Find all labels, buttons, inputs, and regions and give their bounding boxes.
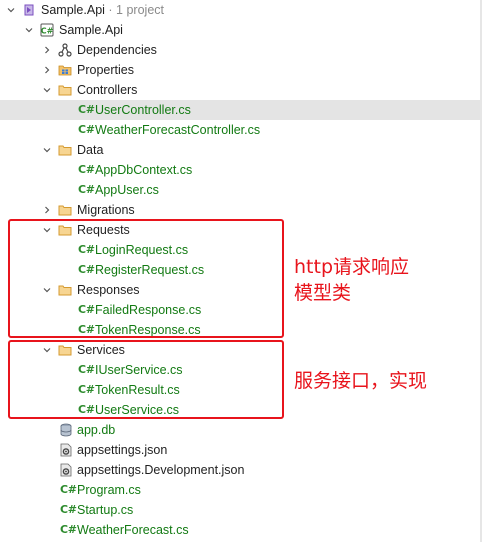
annotation-text-models: http请求响应 模型类	[294, 254, 409, 306]
app-db-context-label: AppDbContext.cs	[95, 163, 193, 177]
appsettings-dev-label: appsettings.Development.json	[77, 463, 245, 477]
tree-row-startup[interactable]: C# Startup.cs	[0, 500, 482, 520]
tree-row-user-controller[interactable]: C# UserController.cs	[0, 100, 482, 120]
solution-icon	[24, 4, 34, 16]
annotation-box-models	[8, 219, 284, 338]
folder-icon	[58, 85, 72, 96]
appsettings-label: appsettings.json	[77, 443, 168, 457]
csharp-file-icon: C#	[60, 503, 77, 516]
settings-file-icon	[60, 463, 72, 477]
database-icon	[60, 423, 72, 437]
tree-row-solution[interactable]: Sample.Api · 1 project	[0, 0, 482, 20]
tree-row-appsettings[interactable]: appsettings.json	[0, 440, 482, 460]
annotation-text-services: 服务接口，实现	[294, 370, 428, 392]
csharp-file-icon: C#	[60, 483, 77, 496]
tree-row-app-db[interactable]: app.db	[0, 420, 482, 440]
csharp-file-icon: C#	[78, 163, 95, 176]
tree-row-weather-controller[interactable]: C# WeatherForecastController.cs	[0, 120, 482, 140]
tree-row-migrations[interactable]: Migrations	[0, 200, 482, 220]
folder-icon	[58, 205, 72, 216]
startup-label: Startup.cs	[77, 503, 134, 517]
dependencies-label: Dependencies	[77, 43, 157, 57]
chevron-down-icon[interactable]	[43, 86, 51, 94]
chevron-down-icon[interactable]	[7, 6, 15, 14]
solution-explorer: Sample.Api · 1 project C# Sample.Api Dep…	[0, 0, 482, 542]
tree-row-dependencies[interactable]: Dependencies	[0, 40, 482, 60]
tree-row-data[interactable]: Data	[0, 140, 482, 160]
chevron-right-icon[interactable]	[43, 46, 51, 54]
tree-row-weather-forecast[interactable]: C# WeatherForecast.cs	[0, 520, 482, 540]
annotation-models-line1: http请求响应	[294, 256, 410, 278]
dependencies-icon	[58, 43, 72, 57]
tree-row-app-db-context[interactable]: C# AppDbContext.cs	[0, 160, 482, 180]
chevron-down-icon[interactable]	[43, 146, 51, 154]
weather-forecast-label: WeatherForecast.cs	[77, 523, 189, 537]
csharp-file-icon: C#	[78, 183, 95, 196]
tree-row-app-user[interactable]: C# AppUser.cs	[0, 180, 482, 200]
annotation-models-line2: 模型类	[294, 282, 352, 304]
program-label: Program.cs	[77, 483, 141, 497]
folder-icon	[58, 145, 72, 156]
migrations-label: Migrations	[77, 203, 135, 217]
tree-row-controllers[interactable]: Controllers	[0, 80, 482, 100]
chevron-down-icon[interactable]	[25, 26, 33, 34]
user-controller-label: UserController.cs	[95, 103, 191, 117]
properties-label: Properties	[77, 63, 134, 77]
csharp-file-icon: C#	[78, 123, 95, 136]
properties-folder-icon	[58, 65, 72, 76]
app-user-label: AppUser.cs	[95, 183, 159, 197]
csharp-project-icon: C#	[40, 23, 54, 37]
controllers-label: Controllers	[77, 83, 138, 97]
solution-label: Sample.Api · 1 project	[41, 3, 164, 17]
tree-row-properties[interactable]: Properties	[0, 60, 482, 80]
svg-text:C#: C#	[41, 27, 54, 36]
data-folder-label: Data	[77, 143, 104, 157]
tree-row-appsettings-dev[interactable]: appsettings.Development.json	[0, 460, 482, 480]
app-db-label: app.db	[77, 423, 116, 437]
annotation-box-services	[8, 340, 284, 419]
tree-row-project[interactable]: C# Sample.Api	[0, 20, 482, 40]
chevron-right-icon[interactable]	[43, 206, 51, 214]
chevron-right-icon[interactable]	[43, 66, 51, 74]
weather-controller-label: WeatherForecastController.cs	[95, 123, 261, 137]
tree-row-program[interactable]: C# Program.cs	[0, 480, 482, 500]
project-label: Sample.Api	[59, 23, 123, 37]
settings-file-icon	[60, 443, 72, 457]
csharp-file-icon: C#	[78, 103, 95, 116]
csharp-file-icon: C#	[60, 523, 77, 536]
